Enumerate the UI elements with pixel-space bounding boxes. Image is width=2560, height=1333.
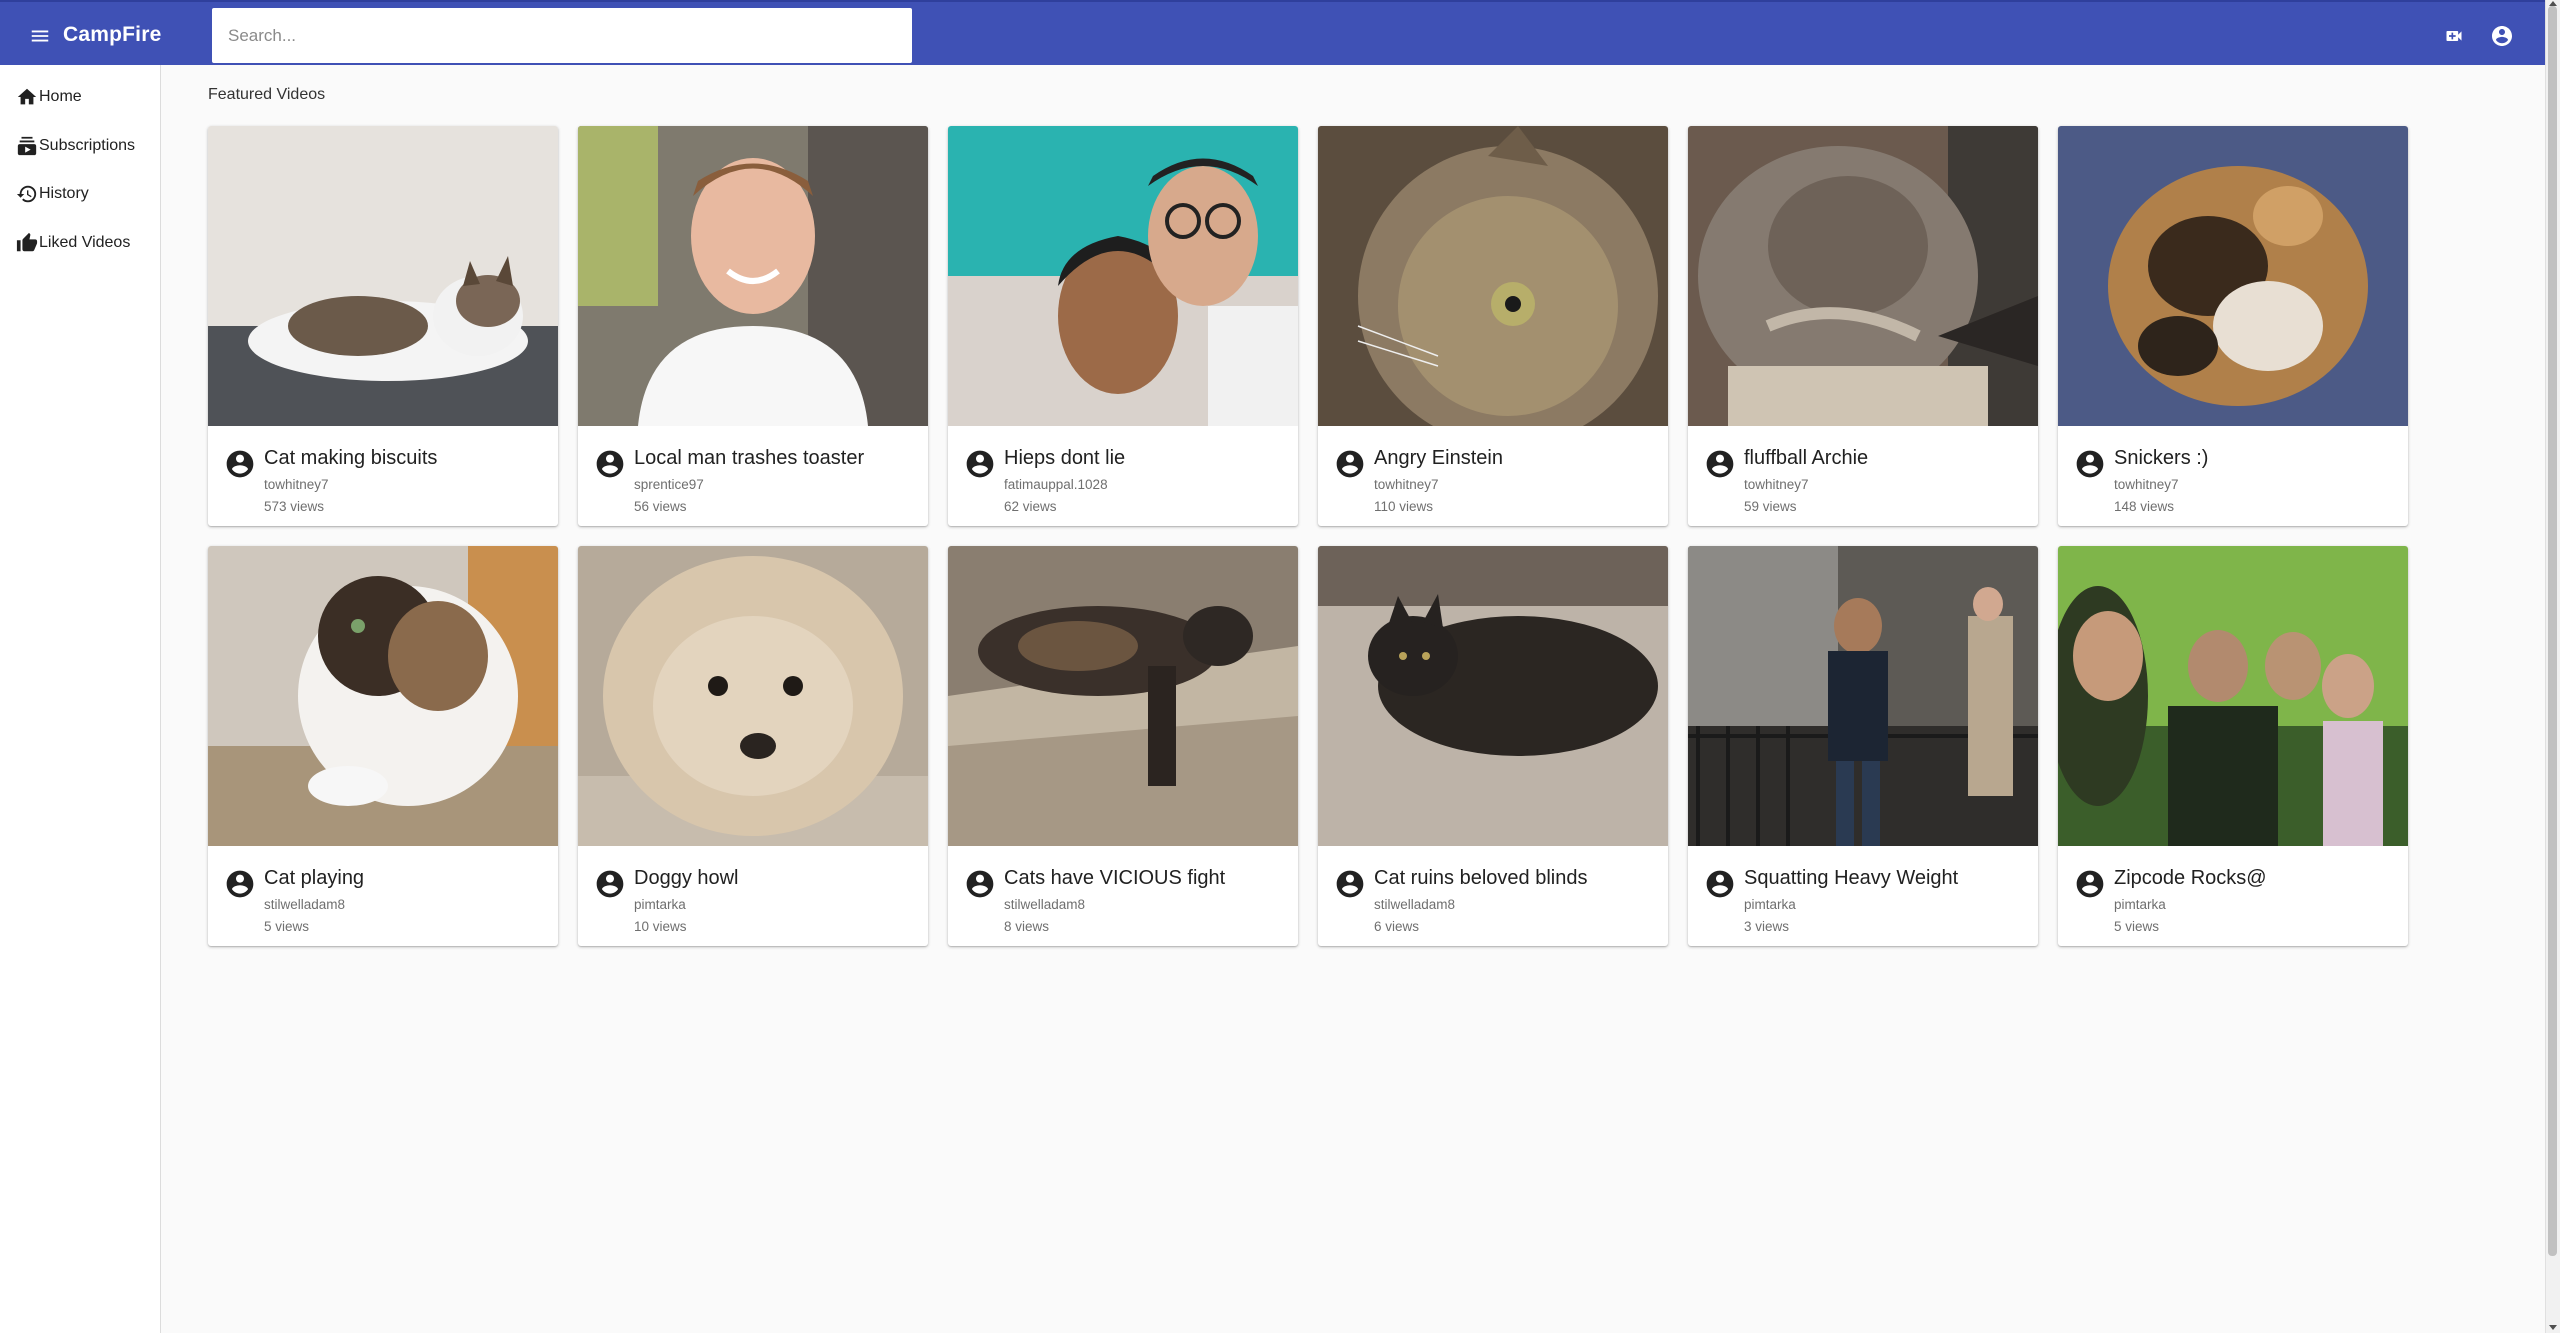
video-card[interactable]: Squatting Heavy Weight pimtarka 3 views [1688, 546, 2038, 946]
video-title[interactable]: Zipcode Rocks@ [2114, 865, 2267, 891]
video-channel[interactable]: sprentice97 [634, 476, 704, 494]
video-views: 148 views [2114, 499, 2175, 514]
sidebar-item-history[interactable]: History [16, 179, 89, 209]
video-channel[interactable]: pimtarka [634, 896, 686, 914]
video-title[interactable]: Cat making biscuits [264, 445, 437, 471]
video-title[interactable]: Local man trashes toaster [634, 445, 864, 471]
avatar-icon[interactable] [2074, 448, 2106, 480]
video-views: 5 views [2114, 919, 2160, 934]
video-thumbnail[interactable] [2058, 546, 2408, 846]
video-card[interactable]: Cat making biscuits towhitney7 573 views [208, 126, 558, 526]
avatar-icon[interactable] [964, 448, 996, 480]
video-card[interactable]: Doggy howl pimtarka 10 views [578, 546, 928, 946]
video-card[interactable]: Local man trashes toaster sprentice97 56… [578, 126, 928, 526]
video-title[interactable]: Angry Einstein [1374, 445, 1503, 471]
sidebar-item-label: Subscriptions [39, 137, 136, 154]
video-title[interactable]: Doggy howl [634, 865, 739, 891]
video-thumbnail[interactable] [1688, 546, 2038, 846]
video-views: 10 views [634, 919, 687, 934]
video-card[interactable]: Cat ruins beloved blinds stilwelladam8 6… [1318, 546, 1668, 946]
history-icon [16, 185, 37, 203]
avatar-icon[interactable] [224, 868, 256, 900]
video-card[interactable]: Snickers :) towhitney7 148 views [2058, 126, 2408, 526]
video-thumbnail[interactable] [948, 546, 1298, 846]
avatar-icon[interactable] [594, 448, 626, 480]
video-views: 59 views [1744, 499, 1797, 514]
video-views: 56 views [634, 499, 687, 514]
video-card[interactable]: Cats have VICIOUS fight stilwelladam8 8 … [948, 546, 1298, 946]
video-thumbnail[interactable] [1318, 126, 1668, 426]
video-channel[interactable]: pimtarka [1744, 896, 1796, 914]
sidebar-item-label: History [39, 185, 89, 202]
video-thumbnail[interactable] [948, 126, 1298, 426]
video-thumbnail[interactable] [578, 126, 928, 426]
video-card[interactable]: Angry Einstein towhitney7 110 views [1318, 126, 1668, 526]
menu-icon[interactable] [26, 22, 54, 50]
avatar-icon[interactable] [964, 868, 996, 900]
video-channel[interactable]: stilwelladam8 [1374, 896, 1455, 914]
section-title: Featured Videos [208, 86, 326, 103]
top-app-bar: CampFire [0, 0, 2545, 65]
avatar-icon[interactable] [1704, 448, 1736, 480]
video-channel[interactable]: towhitney7 [264, 476, 329, 494]
account-icon[interactable] [2488, 22, 2516, 50]
video-channel[interactable]: stilwelladam8 [1004, 896, 1085, 914]
sidebar-item-subscriptions[interactable]: Subscriptions [16, 131, 135, 161]
thumb-up-icon [16, 232, 38, 252]
video-title[interactable]: Cat ruins beloved blinds [1374, 865, 1587, 891]
avatar-icon[interactable] [1334, 868, 1366, 900]
video-views: 3 views [1744, 919, 1790, 934]
video-thumbnail[interactable] [2058, 126, 2408, 426]
avatar-icon[interactable] [1704, 868, 1736, 900]
video-thumbnail[interactable] [208, 546, 558, 846]
video-thumbnail[interactable] [208, 126, 558, 426]
sidebar-item-label: Home [39, 88, 82, 105]
video-title[interactable]: Hieps dont lie [1004, 445, 1125, 471]
video-views: 6 views [1374, 919, 1420, 934]
avatar-icon[interactable] [224, 448, 256, 480]
video-views: 573 views [264, 499, 325, 514]
video-card[interactable]: Cat playing stilwelladam8 5 views [208, 546, 558, 946]
upload-video-icon[interactable] [2440, 22, 2468, 50]
video-title[interactable]: fluffball Archie [1744, 445, 1868, 471]
video-channel[interactable]: towhitney7 [1374, 476, 1439, 494]
app-brand[interactable]: CampFire [63, 20, 161, 50]
home-icon [17, 88, 37, 105]
video-views: 110 views [1374, 499, 1434, 514]
video-channel[interactable]: towhitney7 [2114, 476, 2179, 494]
video-views: 5 views [264, 919, 310, 934]
video-title[interactable]: Cats have VICIOUS fight [1004, 865, 1225, 891]
video-title[interactable]: Snickers :) [2114, 445, 2208, 471]
video-channel[interactable]: towhitney7 [1744, 476, 1809, 494]
video-title[interactable]: Cat playing [264, 865, 364, 891]
video-channel[interactable]: pimtarka [2114, 896, 2166, 914]
video-channel[interactable]: fatimauppal.1028 [1004, 476, 1108, 494]
sidebar-item-liked-videos[interactable]: Liked Videos [16, 228, 130, 258]
avatar-icon[interactable] [594, 868, 626, 900]
avatar-icon[interactable] [1334, 448, 1366, 480]
video-thumbnail[interactable] [1318, 546, 1668, 846]
subscriptions-icon [17, 136, 37, 156]
video-title[interactable]: Squatting Heavy Weight [1744, 865, 1958, 891]
sidebar-item-home[interactable]: Home [16, 82, 82, 112]
video-card[interactable]: Hieps dont lie fatimauppal.1028 62 views [948, 126, 1298, 526]
sidebar: Home Subscriptions History Liked Videos [0, 65, 161, 1333]
video-views: 8 views [1004, 919, 1050, 934]
avatar-icon[interactable] [2074, 868, 2106, 900]
sidebar-item-label: Liked Videos [39, 234, 131, 251]
video-channel[interactable]: stilwelladam8 [264, 896, 345, 914]
scroll-down-arrow-icon[interactable] [2549, 1325, 2557, 1330]
video-thumbnail[interactable] [1688, 126, 2038, 426]
video-card[interactable]: Zipcode Rocks@ pimtarka 5 views [2058, 546, 2408, 946]
search-input[interactable] [212, 8, 912, 63]
video-card[interactable]: fluffball Archie towhitney7 59 views [1688, 126, 2038, 526]
scrollbar-thumb[interactable] [2548, 6, 2557, 1256]
video-thumbnail[interactable] [578, 546, 928, 846]
video-views: 62 views [1004, 499, 1057, 514]
